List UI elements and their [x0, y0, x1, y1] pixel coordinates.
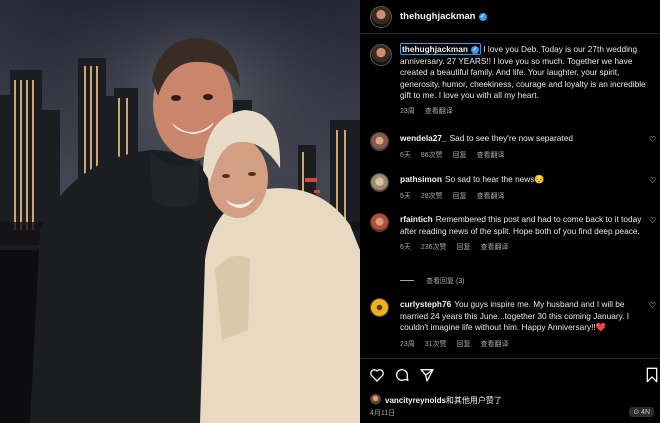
comment-reply-link[interactable]: 回复: [453, 193, 467, 200]
commenter-avatar[interactable]: [370, 298, 389, 317]
bookmark-icon[interactable]: [645, 367, 659, 383]
commenter-username[interactable]: wendela27_: [400, 133, 447, 143]
comment-content: wendela27_ Sad to see they're now separat…: [400, 133, 646, 161]
view-replies-label[interactable]: 查看回复 (3): [426, 278, 465, 285]
likes-summary[interactable]: vancityreynolds和其他用户赞了: [370, 394, 502, 406]
share-icon[interactable]: [419, 367, 435, 383]
comment-time: 6天: [400, 244, 411, 251]
comment-content: rfaintich Remembered this post and had to…: [400, 214, 646, 254]
comment-text: So sad to hear the news😔: [444, 174, 545, 184]
comment-translate-link[interactable]: 查看翻译: [477, 152, 505, 159]
caption-text: thehughjackman ✓ I love you Deb. Today is…: [400, 43, 650, 118]
comment-content: curlysteph76 You guys inspire me. My husb…: [400, 299, 646, 350]
caption-verified-badge-icon: ✓: [470, 46, 479, 54]
comment-time: 6天: [400, 151, 411, 159]
post-actions: vancityreynolds和其他用户赞了 4月11日: [360, 358, 660, 423]
post-panel: thehughjackman ✓ thehughjackman ✓ I love y…: [360, 0, 660, 423]
comment-icon[interactable]: [394, 367, 410, 383]
comment-reply-link[interactable]: 回复: [457, 244, 471, 251]
commenter-username[interactable]: rfaintich: [400, 214, 433, 224]
liker-avatar: [370, 394, 381, 405]
author-avatar[interactable]: [370, 6, 392, 28]
caption-author-avatar[interactable]: [370, 44, 392, 66]
comment-text: Remembered this post and had to come bac…: [400, 214, 642, 236]
comment-likes[interactable]: 86次赞: [421, 152, 443, 159]
caption-time: 23周: [400, 107, 415, 115]
post-date: 4月11日: [370, 410, 396, 417]
comment-likes[interactable]: 31次赞: [425, 341, 447, 348]
post-header: thehughjackman ✓: [360, 0, 660, 34]
caption-username[interactable]: thehughjackman ✓: [400, 43, 481, 55]
comment-like-heart-icon[interactable]: ♡: [649, 136, 657, 144]
comment-time: 23周: [400, 340, 415, 348]
commenter-username[interactable]: curlysteph76: [400, 299, 451, 309]
caption-username-text[interactable]: thehughjackman: [402, 44, 468, 54]
source-watermark: ⊙ 4N: [629, 407, 654, 417]
commenter-avatar[interactable]: [370, 173, 389, 192]
comment-like-heart-icon[interactable]: ♡: [649, 217, 657, 225]
post-photo: [0, 0, 360, 423]
author-username[interactable]: thehughjackman ✓: [400, 11, 487, 22]
caption-meta: 23周 查看翻译: [400, 106, 650, 118]
likes-suffix: 和其他用户赞了: [445, 396, 502, 405]
comment-text: Sad to see they're now separated: [449, 133, 573, 143]
comment-translate-link[interactable]: 查看翻译: [480, 341, 508, 348]
caption-translate-link[interactable]: 查看翻译: [425, 108, 453, 115]
photo-illustration: [0, 0, 360, 423]
comment-meta: 23周 31次赞 回复 查看翻译: [400, 339, 646, 351]
comment-content: pathsimon So sad to hear the news😔 5天 28次…: [400, 174, 646, 202]
comment-like-heart-icon[interactable]: ♡: [649, 302, 657, 310]
verified-badge-icon: ✓: [478, 13, 487, 21]
comment-time: 5天: [400, 192, 411, 200]
author-username-text[interactable]: thehughjackman: [400, 11, 476, 22]
comment-likes[interactable]: 236次赞: [421, 244, 447, 251]
liker-username[interactable]: vancityreynolds: [385, 396, 446, 405]
commenter-avatar[interactable]: [370, 213, 389, 232]
comment-translate-link[interactable]: 查看翻译: [480, 244, 508, 251]
comment-translate-link[interactable]: 查看翻译: [477, 193, 505, 200]
comment-reply-link[interactable]: 回复: [453, 152, 467, 159]
comment-meta: 6天 236次赞 回复 查看翻译: [400, 242, 646, 254]
view-replies-button[interactable]: 查看回复 (3): [400, 276, 465, 286]
replies-divider: [400, 280, 414, 281]
heart-icon[interactable]: [369, 367, 385, 383]
commenter-avatar[interactable]: [370, 132, 389, 151]
comment-meta: 6天 86次赞 回复 查看翻译: [400, 150, 646, 162]
comment-meta: 5天 28次赞 回复 查看翻译: [400, 191, 646, 203]
comment-reply-link[interactable]: 回复: [457, 341, 471, 348]
comment-like-heart-icon[interactable]: ♡: [649, 177, 657, 185]
comment-likes[interactable]: 28次赞: [421, 193, 443, 200]
commenter-username[interactable]: pathsimon: [400, 174, 442, 184]
